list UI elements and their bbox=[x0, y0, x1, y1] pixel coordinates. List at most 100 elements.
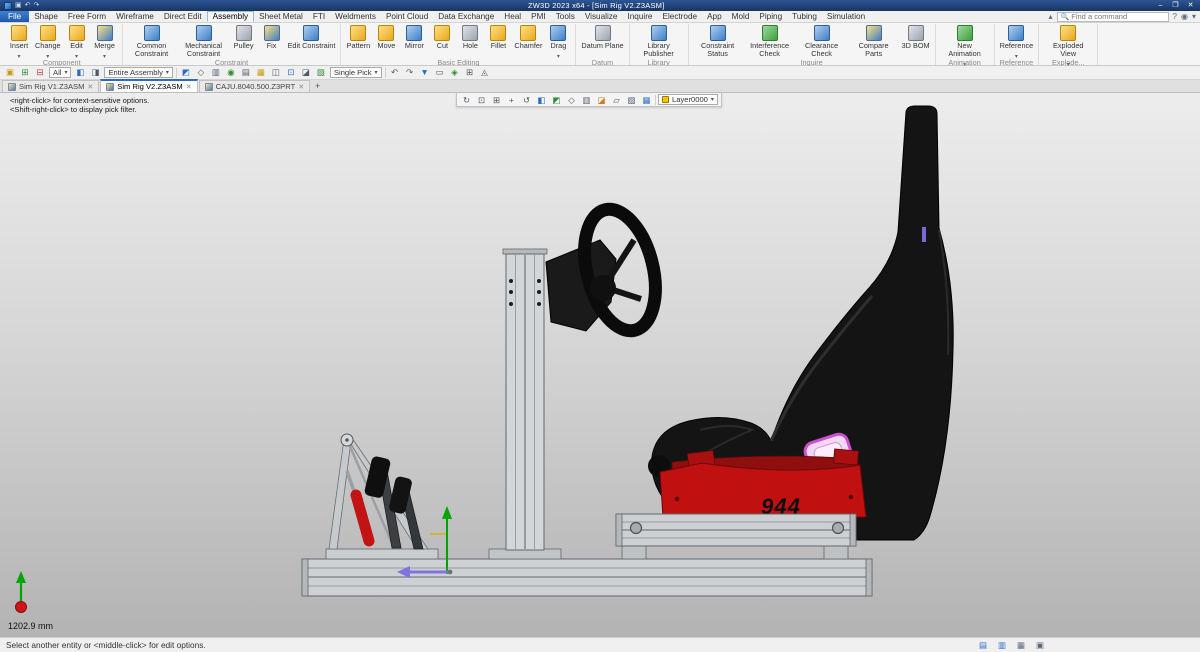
help-icon[interactable]: ? bbox=[1173, 12, 1177, 22]
menu-tab-electrode[interactable]: Electrode bbox=[657, 11, 702, 22]
menu-tab-data-exchange[interactable]: Data Exchange bbox=[433, 11, 499, 22]
library-publisher-button[interactable]: Library Publisher bbox=[633, 24, 685, 58]
fit-view-icon[interactable]: ⊡ bbox=[475, 94, 488, 106]
fullscreen-icon[interactable]: ▣ bbox=[1034, 640, 1046, 651]
display-manager-icon[interactable]: ▥ bbox=[996, 640, 1008, 651]
close-button[interactable]: ✕ bbox=[1183, 1, 1198, 11]
visibility-toggle-icon[interactable]: ◉ bbox=[225, 67, 237, 78]
menu-tab-app[interactable]: App bbox=[702, 11, 727, 22]
remove-selection-icon[interactable]: ⊟ bbox=[34, 67, 46, 78]
insert-button[interactable]: Insert bbox=[5, 24, 33, 58]
change-button[interactable]: Change bbox=[33, 24, 63, 58]
pick-mode-dropdown[interactable]: Single Pick ▾ bbox=[329, 67, 382, 78]
rotate-view-icon[interactable]: ↺ bbox=[520, 94, 533, 106]
bom-3d-button[interactable]: 3D BOM bbox=[900, 24, 932, 58]
command-search[interactable]: 🔍 bbox=[1056, 11, 1169, 22]
menu-tab-weldments[interactable]: Weldments bbox=[330, 11, 381, 22]
viewport-3d[interactable]: <right-click> for context-sensitive opti… bbox=[0, 93, 1200, 637]
menu-tab-free-form[interactable]: Free Form bbox=[63, 11, 111, 22]
options-icon[interactable]: ▾ bbox=[1192, 12, 1196, 22]
move-button[interactable]: Move bbox=[372, 24, 400, 58]
menu-tab-piping[interactable]: Piping bbox=[754, 11, 787, 22]
add-selection-icon[interactable]: ⊞ bbox=[19, 67, 31, 78]
menu-tab-point-cloud[interactable]: Point Cloud bbox=[381, 11, 433, 22]
fix-button[interactable]: Fix bbox=[258, 24, 286, 58]
snap-icon[interactable]: ▧ bbox=[315, 67, 327, 78]
menu-tab-heal[interactable]: Heal bbox=[499, 11, 526, 22]
section-view-icon[interactable]: ◪ bbox=[595, 94, 608, 106]
drag-button[interactable]: Drag bbox=[544, 24, 572, 58]
entity-filter-dropdown[interactable]: All ▾ bbox=[49, 67, 72, 78]
pick-next-icon[interactable]: ↷ bbox=[404, 67, 416, 78]
clearance-check-button[interactable]: Clearance Check bbox=[796, 24, 848, 58]
pick-chain-icon[interactable]: ◈ bbox=[449, 67, 461, 78]
cut-button[interactable]: Cut bbox=[428, 24, 456, 58]
minimize-button[interactable]: – bbox=[1153, 1, 1168, 11]
layer-dropdown[interactable]: Layer0000 ▾ bbox=[658, 94, 718, 105]
pedal-assembly[interactable] bbox=[325, 433, 439, 560]
grid-icon[interactable]: ▦ bbox=[640, 94, 653, 106]
menu-tab-sheet-metal[interactable]: Sheet Metal bbox=[254, 11, 308, 22]
menu-tab-visualize[interactable]: Visualize bbox=[580, 11, 623, 22]
hidden-line-mode-icon[interactable]: ▥ bbox=[580, 94, 593, 106]
menu-tab-assembly[interactable]: Assembly bbox=[206, 11, 255, 22]
blank-entity-icon[interactable]: ▤ bbox=[240, 67, 252, 78]
search-input[interactable] bbox=[1071, 12, 1164, 21]
close-icon[interactable]: ✕ bbox=[186, 83, 192, 91]
merge-button[interactable]: Merge bbox=[91, 24, 119, 58]
menu-tab-tools[interactable]: Tools bbox=[551, 11, 580, 22]
menu-tab-pmi[interactable]: PMI bbox=[526, 11, 551, 22]
selection-set-icon[interactable]: ▤ bbox=[977, 640, 989, 651]
common-constraint-button[interactable]: Common Constraint bbox=[126, 24, 178, 58]
menu-tab-fti[interactable]: FTI bbox=[308, 11, 330, 22]
fillet-button[interactable]: Fillet bbox=[484, 24, 512, 58]
highlight-icon[interactable]: ▦ bbox=[255, 67, 267, 78]
zw3d-logo-icon[interactable] bbox=[4, 1, 12, 10]
select-all-icon[interactable]: ◧ bbox=[74, 67, 86, 78]
zoom-window-icon[interactable]: ⊞ bbox=[490, 94, 503, 106]
edit-constraint-button[interactable]: Edit Constraint bbox=[286, 24, 338, 58]
pulley-button[interactable]: Pulley bbox=[230, 24, 258, 58]
base-extrusion-rail[interactable] bbox=[301, 558, 873, 597]
isolate-icon[interactable]: ◫ bbox=[270, 67, 282, 78]
pan-icon[interactable]: + bbox=[505, 94, 518, 106]
seat-bracket-red[interactable]: 944 bbox=[659, 448, 867, 519]
menu-tab-inquire[interactable]: Inquire bbox=[622, 11, 657, 22]
save-icon[interactable]: ▣ bbox=[15, 2, 22, 10]
mechanical-constraint-button[interactable]: Mechanical Constraint bbox=[178, 24, 230, 58]
grid-toggle-icon[interactable]: ▦ bbox=[1015, 640, 1027, 651]
pick-last-icon[interactable]: ↶ bbox=[389, 67, 401, 78]
restore-button[interactable]: ❐ bbox=[1168, 1, 1183, 11]
new-animation-button[interactable]: New Animation bbox=[939, 24, 991, 58]
collapse-ribbon-icon[interactable]: ▴ bbox=[1049, 12, 1053, 22]
menu-tab-tubing[interactable]: Tubing bbox=[787, 11, 822, 22]
model-canvas[interactable]: 944 bbox=[0, 93, 1200, 637]
reference-button[interactable]: Reference bbox=[998, 24, 1036, 58]
pick-filter-icon[interactable]: ▣ bbox=[4, 67, 16, 78]
user-icon[interactable]: ◉ bbox=[1181, 12, 1188, 22]
undo-icon[interactable]: ↶ bbox=[25, 2, 31, 10]
zoom-selected-icon[interactable]: ⊡ bbox=[285, 67, 297, 78]
perspective-icon[interactable]: ▱ bbox=[610, 94, 623, 106]
seat-rail[interactable] bbox=[615, 513, 857, 560]
doc-tab-sim-rig-v1[interactable]: Sim Rig V1.Z3ASM ✕ bbox=[2, 80, 100, 92]
shaded-edges-mode-icon[interactable]: ◩ bbox=[550, 94, 563, 106]
compare-parts-button[interactable]: Compare Parts bbox=[848, 24, 900, 58]
edge-display-icon[interactable]: ▥ bbox=[210, 67, 222, 78]
menu-tab-wireframe[interactable]: Wireframe bbox=[111, 11, 159, 22]
wireframe-mode-icon[interactable]: ◇ bbox=[565, 94, 578, 106]
menu-tab-direct-edit[interactable]: Direct Edit bbox=[159, 11, 207, 22]
pattern-button[interactable]: Pattern bbox=[344, 24, 372, 58]
measure-icon[interactable]: ◪ bbox=[300, 67, 312, 78]
pick-from-list-icon[interactable]: ▭ bbox=[434, 67, 446, 78]
exploded-view-button[interactable]: Exploded View bbox=[1042, 24, 1094, 58]
interference-check-button[interactable]: Interference Check bbox=[744, 24, 796, 58]
doc-tab-sim-rig-v2[interactable]: Sim Rig V2.Z3ASM ✕ bbox=[100, 79, 198, 92]
pick-box-icon[interactable]: ⊞ bbox=[464, 67, 476, 78]
new-tab-button[interactable]: + bbox=[311, 80, 324, 92]
menu-tab-simulation[interactable]: Simulation bbox=[822, 11, 870, 22]
mirror-button[interactable]: Mirror bbox=[400, 24, 428, 58]
filter-settings-icon[interactable]: ▼ bbox=[419, 67, 431, 78]
shaded-display-icon[interactable]: ◩ bbox=[180, 67, 192, 78]
menu-tab-file[interactable]: File bbox=[0, 11, 30, 22]
